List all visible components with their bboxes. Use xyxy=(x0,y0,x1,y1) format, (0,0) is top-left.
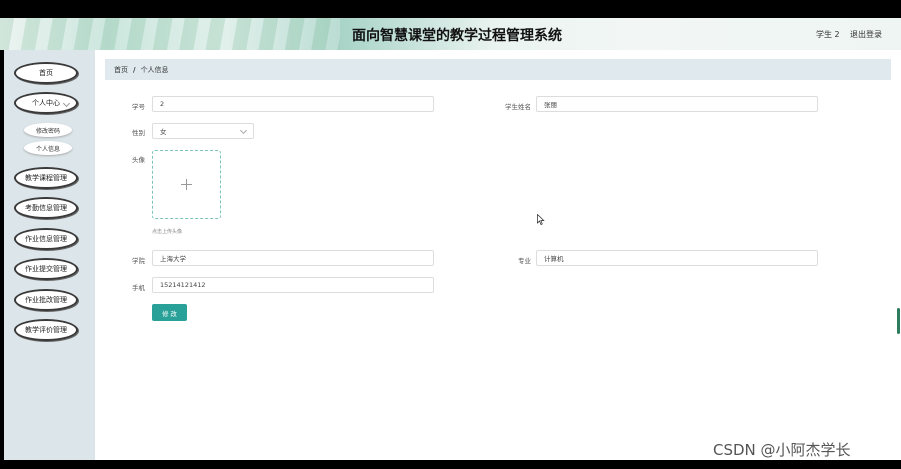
sidebar-item-homework-grading-management[interactable]: 作业批改管理 xyxy=(14,289,78,311)
sidebar-item-label: 个人中心 xyxy=(32,99,60,107)
major-label: 专业 xyxy=(518,257,531,265)
chevron-down-icon xyxy=(239,126,248,135)
header-decoration xyxy=(0,18,340,50)
plus-icon xyxy=(181,179,192,190)
sidebar-item-home[interactable]: 首页 xyxy=(14,62,78,84)
sidebar-item-label: 教学评价管理 xyxy=(25,326,67,334)
app-title: 面向智慧课堂的教学过程管理系统 xyxy=(352,28,562,44)
breadcrumb: 首页 / 个人信息 xyxy=(105,59,891,80)
watermark-text: CSDN @小阿杰学长 xyxy=(713,441,851,459)
phone-value: 15214121412 xyxy=(160,281,206,289)
college-value: 上海大学 xyxy=(160,255,186,263)
sidebar-subitem-label: 修改密码 xyxy=(35,127,60,135)
scrollbar-thumb[interactable] xyxy=(897,308,900,334)
gender-label: 性别 xyxy=(132,129,145,137)
sidebar-item-teaching-evaluation-management[interactable]: 教学评价管理 xyxy=(14,319,78,341)
chevron-down-icon xyxy=(62,99,71,108)
sidebar-item-label: 首页 xyxy=(39,69,53,77)
avatar-upload-hint: 点击上传头像 xyxy=(152,229,183,235)
current-user-label: 学生 2 xyxy=(816,30,840,39)
logout-link[interactable]: 退出登录 xyxy=(850,29,882,40)
gender-select[interactable]: 女 xyxy=(152,123,254,139)
sidebar-item-label: 作业提交管理 xyxy=(25,265,67,273)
sidebar-item-attendance-management[interactable]: 考勤信息管理 xyxy=(14,197,78,219)
sidebar-item-label: 作业批改管理 xyxy=(25,296,67,304)
gender-value: 女 xyxy=(160,128,167,136)
breadcrumb-home[interactable]: 首页 xyxy=(114,65,128,75)
college-field[interactable]: 上海大学 xyxy=(152,250,434,266)
student-name-value: 张丽 xyxy=(544,101,557,109)
college-label: 学院 xyxy=(132,257,145,265)
sidebar-item-homework-info-management[interactable]: 作业信息管理 xyxy=(14,228,78,250)
major-field[interactable]: 计算机 xyxy=(536,250,818,266)
sidebar-item-label: 考勤信息管理 xyxy=(25,204,67,212)
breadcrumb-separator: / xyxy=(133,65,136,74)
student-name-field[interactable]: 张丽 xyxy=(536,96,818,112)
sidebar-subitem-change-password[interactable]: 修改密码 xyxy=(24,123,72,137)
update-button[interactable]: 修 改 xyxy=(152,304,187,321)
sidebar-subitem-personal-info[interactable]: 个人信息 xyxy=(24,141,72,155)
student-id-label: 学号 xyxy=(132,103,145,111)
sidebar: 首页 个人中心 修改密码 个人信息 教学课程管理 考勤信息管理 作业信息管理 作… xyxy=(4,50,95,460)
student-id-value: 2 xyxy=(160,100,165,108)
sidebar-item-personal-center[interactable]: 个人中心 xyxy=(14,92,78,114)
mouse-cursor-icon xyxy=(537,214,545,225)
phone-field[interactable]: 15214121412 xyxy=(152,277,434,293)
phone-label: 手机 xyxy=(132,284,145,292)
major-value: 计算机 xyxy=(544,255,564,263)
app-header: 面向智慧课堂的教学过程管理系统 学生 2 退出登录 xyxy=(0,18,901,50)
breadcrumb-current: 个人信息 xyxy=(140,65,169,74)
student-id-field[interactable]: 2 xyxy=(152,96,434,112)
main-content: 首页 / 个人信息 学号 2 学生姓名 张丽 性别 女 头像 点击上传头像 学院… xyxy=(95,50,901,460)
sidebar-item-label: 教学课程管理 xyxy=(25,174,67,182)
avatar-label: 头像 xyxy=(132,156,145,164)
student-name-label: 学生姓名 xyxy=(505,103,531,111)
sidebar-item-homework-submission-management[interactable]: 作业提交管理 xyxy=(14,258,78,280)
avatar-upload[interactable] xyxy=(152,150,221,219)
sidebar-item-course-management[interactable]: 教学课程管理 xyxy=(14,167,78,189)
sidebar-item-label: 作业信息管理 xyxy=(25,235,67,243)
sidebar-subitem-label: 个人信息 xyxy=(35,145,60,153)
